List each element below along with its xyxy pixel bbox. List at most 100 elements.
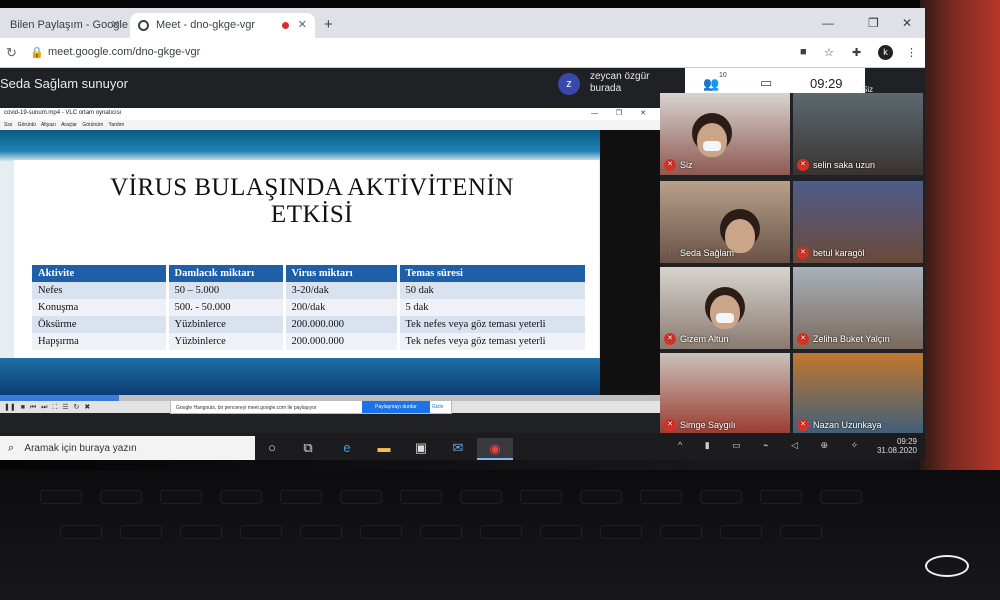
participant-name: Simge Saygılı bbox=[680, 420, 736, 430]
presenter-sub-line: burada bbox=[590, 83, 622, 94]
vlc-menu-item[interactable]: Sss bbox=[4, 122, 12, 128]
participant-tile[interactable]: ✕ Siz bbox=[660, 93, 790, 175]
next-icon[interactable]: ⏭ bbox=[41, 404, 47, 411]
participant-label: ✕ Siz bbox=[664, 159, 693, 171]
taskbar-time: 09:29 bbox=[896, 437, 917, 446]
more-menu-icon[interactable]: ⋮ bbox=[906, 46, 917, 59]
table-cell: 50 dak bbox=[398, 282, 588, 299]
close-icon[interactable]: ✕ bbox=[298, 18, 307, 31]
stop-sharing-button[interactable]: Paylaşmayı durdur bbox=[362, 401, 430, 413]
url-field[interactable]: meet.google.com/dno-gkge-vgr bbox=[48, 46, 200, 58]
mail-icon[interactable]: ✉ bbox=[448, 440, 468, 456]
extensions-icon[interactable]: ✚ bbox=[852, 46, 861, 59]
laptop-keyboard bbox=[0, 470, 1000, 600]
participant-tile[interactable]: ✕ betul karagöl bbox=[793, 181, 923, 263]
search-input[interactable]: ⌕ Aramak için buraya yazın bbox=[0, 436, 255, 460]
participant-label: ✕ selin saka uzun bbox=[797, 159, 875, 171]
new-tab-icon[interactable]: + bbox=[324, 16, 333, 33]
reload-icon[interactable]: ↻ bbox=[6, 45, 17, 61]
participant-tile[interactable]: ✕ Simge Saygılı bbox=[660, 353, 790, 435]
search-icon: ⌕ bbox=[8, 442, 15, 454]
slide-title: VİRUS BULAŞINDA AKTİVİTENİN ETKİSİ bbox=[32, 174, 592, 228]
tab-label: Meet - dno-gkge-vgr bbox=[156, 19, 256, 31]
star-icon[interactable]: ☆ bbox=[824, 46, 834, 59]
avatar[interactable]: k bbox=[878, 45, 893, 60]
edge-icon[interactable]: e bbox=[337, 440, 357, 455]
laptop-screen: Bilen Paylaşım - Google ✕ Meet - dno-gkg… bbox=[0, 8, 925, 460]
restore-icon[interactable]: ❐ bbox=[868, 16, 879, 30]
vlc-menu-item[interactable]: Yardım bbox=[108, 122, 124, 128]
loop-icon[interactable]: ↻ bbox=[74, 404, 80, 411]
video-area[interactable]: VİRUS BULAŞINDA AKTİVİTENİN ETKİSİ Aktiv… bbox=[0, 130, 600, 395]
playlist-icon[interactable]: ☰ bbox=[62, 404, 68, 411]
table-row: Öksürme Yüzbinlerce 200.000.000 Tek nefe… bbox=[32, 316, 588, 333]
participant-tile[interactable]: ✕ selin saka uzun bbox=[793, 93, 923, 175]
lock-icon[interactable]: 🔒 bbox=[30, 46, 44, 59]
mic-off-icon: ✕ bbox=[797, 419, 809, 431]
vlc-menu-item[interactable]: Altyazı bbox=[41, 122, 56, 128]
shuffle-icon[interactable]: ✖ bbox=[84, 404, 90, 411]
self-view-label: Siz bbox=[862, 85, 874, 94]
vlc-title-bar: covid-19-sunum.mp4 - VLC ortam oynatıcıs… bbox=[0, 108, 660, 120]
people-icon[interactable]: 👥 bbox=[703, 76, 719, 92]
close-icon[interactable]: ✕ bbox=[111, 18, 120, 31]
table-cell: Konuşma bbox=[32, 299, 169, 316]
key-row bbox=[40, 490, 940, 504]
participant-tile[interactable]: ⁞ Seda Sağlam bbox=[660, 181, 790, 263]
minimize-icon[interactable]: — bbox=[822, 16, 834, 30]
table-cell: 200.000.000 bbox=[284, 316, 400, 333]
hide-button[interactable]: Gizle bbox=[432, 401, 443, 413]
camera-icon[interactable]: ■ bbox=[800, 46, 807, 58]
table-cell: Tek nefes veya göz teması yeterli bbox=[398, 333, 588, 350]
table-cell: Nefes bbox=[32, 282, 169, 299]
mic-off-icon: ✕ bbox=[664, 333, 676, 345]
power-indicator-light bbox=[925, 555, 969, 577]
system-tray-icons[interactable]: ^ ▮ ▭ ⌁ ◁ ⊕ ✧ bbox=[678, 440, 868, 451]
vlc-window: covid-19-sunum.mp4 - VLC ortam oynatıcıs… bbox=[0, 108, 660, 413]
table-header: Damlacık miktarı bbox=[167, 265, 286, 282]
presenter-name-line: zeycan özgür bbox=[590, 71, 650, 82]
slide-table: Aktivite Damlacık miktarı Virus miktarı … bbox=[32, 265, 588, 350]
participant-name: Siz bbox=[680, 160, 693, 170]
table-cell: Tek nefes veya göz teması yeterli bbox=[398, 316, 588, 333]
participant-tile[interactable]: ✕ Nazan Uzunkaya bbox=[793, 353, 923, 435]
stop-icon[interactable]: ■ bbox=[21, 404, 25, 411]
task-view-icon[interactable]: ⧉ bbox=[298, 440, 318, 456]
vlc-window-controls[interactable]: — ❐ ✕ bbox=[591, 109, 654, 117]
vlc-menu-item[interactable]: Görünüm bbox=[82, 122, 103, 128]
pause-icon[interactable]: ❚❚ bbox=[4, 404, 16, 411]
file-explorer-icon[interactable]: ▬ bbox=[374, 440, 394, 455]
mic-on-icon: ⁞ bbox=[669, 249, 671, 256]
avatar: z bbox=[558, 73, 580, 95]
vlc-menu-item[interactable]: Görüntü bbox=[18, 122, 36, 128]
participant-tile[interactable]: ✕ Gizem Altun bbox=[660, 267, 790, 349]
browser-tab-bar: Bilen Paylaşım - Google ✕ Meet - dno-gkg… bbox=[0, 8, 925, 38]
store-icon[interactable]: ▣ bbox=[411, 440, 431, 456]
prev-icon[interactable]: ⏮ bbox=[30, 404, 36, 411]
taskbar-clock[interactable]: 09:29 31.08.2020 bbox=[877, 437, 917, 455]
participant-grid: ✕ Siz ✕ selin saka uzun ⁞ Seda Sağlam ✕ betu… bbox=[660, 93, 925, 435]
slide-title-line: VİRUS BULAŞINDA AKTİVİTENİN bbox=[110, 174, 514, 201]
tab-meet[interactable]: Meet - dno-gkge-vgr ✕ bbox=[130, 13, 315, 38]
chat-icon[interactable]: ▭ bbox=[760, 75, 772, 91]
chrome-icon: ◉ bbox=[489, 441, 501, 456]
table-cell: Öksürme bbox=[32, 316, 169, 333]
mic-off-icon: ✕ bbox=[797, 247, 809, 259]
window-close-icon[interactable]: ✕ bbox=[902, 16, 912, 30]
participant-name: betul karagöl bbox=[813, 248, 865, 258]
tab-bilen-paylasim[interactable]: Bilen Paylaşım - Google ✕ bbox=[0, 13, 128, 38]
participant-label: ⁞ Seda Sağlam bbox=[664, 247, 734, 259]
participant-tile[interactable]: ✕ Zeliha Buket Yalçın bbox=[793, 267, 923, 349]
vlc-menu-item[interactable]: Araçlar bbox=[61, 122, 77, 128]
meet-favicon-icon bbox=[138, 20, 149, 31]
table-cell: 3-20/dak bbox=[284, 282, 400, 299]
table-cell: 50 – 5.000 bbox=[167, 282, 286, 299]
slide-footer-wave bbox=[0, 358, 600, 395]
table-cell: Hapşırma bbox=[32, 333, 169, 350]
fullscreen-icon[interactable]: ⛶ bbox=[52, 404, 57, 411]
table-cell: 200.000.000 bbox=[284, 333, 400, 350]
vlc-title: covid-19-sunum.mp4 - VLC ortam oynatıcıs… bbox=[4, 110, 122, 116]
cortana-icon[interactable]: ○ bbox=[262, 440, 282, 455]
vlc-menu-bar: Sss Görüntü Altyazı Araçlar Görünüm Yard… bbox=[0, 120, 660, 130]
chrome-taskbar-button[interactable]: ◉ bbox=[477, 438, 513, 460]
